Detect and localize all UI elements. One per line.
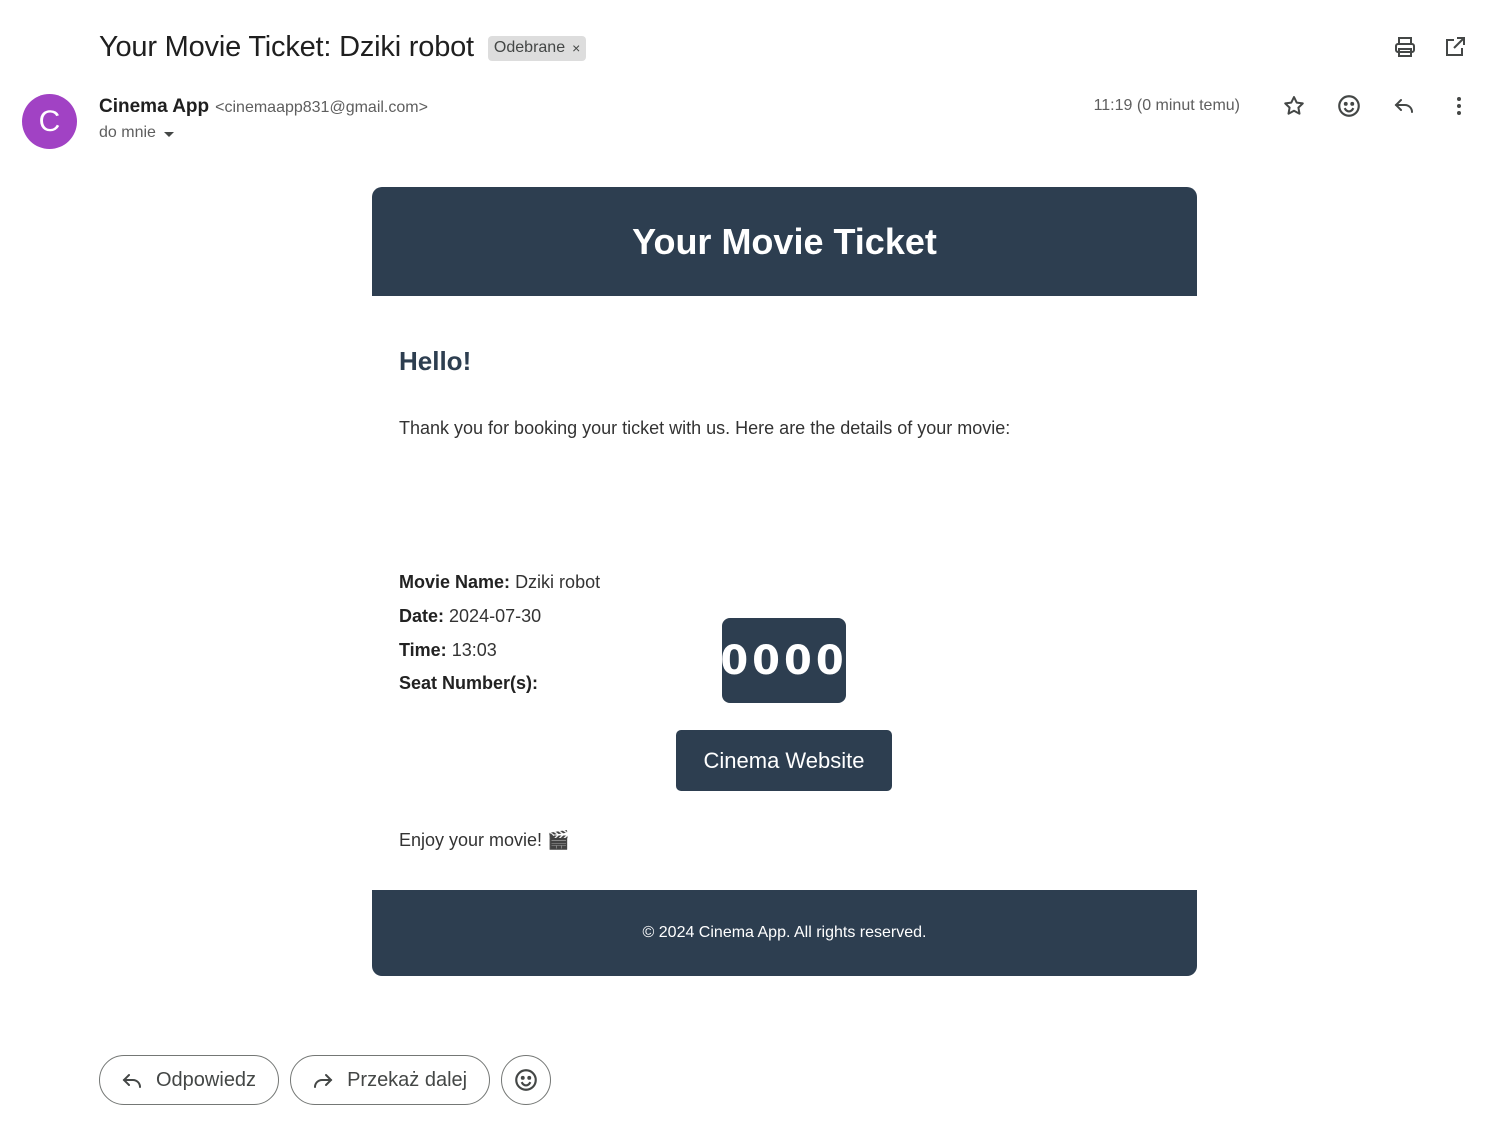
open-in-new-window-icon[interactable]: [1438, 30, 1472, 64]
more-vert-icon[interactable]: [1442, 89, 1476, 123]
emoji-icon: [515, 1069, 537, 1091]
seat-label: Seat Number(s):: [399, 673, 539, 693]
recipient-text: do mnie: [99, 124, 156, 141]
subject-row: Your Movie Ticket: Dziki robot Odebrane …: [99, 28, 587, 66]
ticket-header: Your Movie Ticket: [372, 187, 1197, 296]
emoji-reaction-button[interactable]: [501, 1055, 552, 1105]
copyright-text: © 2024 Cinema App. All rights reserved.: [642, 924, 927, 941]
star-icon[interactable]: [1277, 89, 1311, 123]
enjoy-text: Enjoy your movie! 🎬: [399, 830, 570, 850]
ticket-header-title: Your Movie Ticket: [632, 220, 937, 262]
sender-name[interactable]: Cinema App: [99, 96, 209, 118]
ticket-body: Hello! Thank you for booking your ticket…: [372, 296, 1197, 890]
label-text: Odebrane: [493, 38, 566, 56]
date-row: Date: 2024-07-30: [399, 606, 541, 627]
message-actions: Odpowiedz Przekaż dalej: [99, 1055, 552, 1105]
inbox-label-chip[interactable]: Odebrane ×: [487, 35, 587, 61]
reply-button[interactable]: Odpowiedz: [99, 1055, 280, 1105]
sender-row: Cinema App <cinemaapp831@gmail.com>: [99, 96, 428, 118]
timestamp: 11:19 (0 minut temu): [1093, 97, 1240, 114]
top-toolbar: [1388, 30, 1472, 64]
sender-avatar[interactable]: C: [22, 94, 77, 149]
ticket-footer: © 2024 Cinema App. All rights reserved.: [372, 890, 1197, 976]
sender-email: <cinemaapp831@gmail.com>: [215, 99, 428, 116]
forward-icon: [314, 1074, 333, 1088]
time-label: Time:: [399, 640, 447, 660]
time-row: Time: 13:03: [399, 640, 497, 661]
email-subject: Your Movie Ticket: Dziki robot: [99, 30, 474, 63]
message-meta: 11:19 (0 minut temu): [1094, 89, 1476, 123]
ticket-email-card: Your Movie Ticket Hello! Thank you for b…: [372, 187, 1197, 976]
reply-icon[interactable]: [1387, 89, 1421, 123]
movie-name-label: Movie Name:: [399, 572, 511, 592]
caret-down-icon[interactable]: [163, 131, 174, 137]
recipient-details-toggle[interactable]: do mnie: [99, 124, 174, 142]
time-value: 13:03: [451, 640, 497, 660]
seat-number-badge: 0000: [720, 618, 846, 703]
seat-row: Seat Number(s):: [399, 673, 538, 694]
emoji-reaction-icon[interactable]: [1332, 89, 1366, 123]
date-value: 2024-07-30: [449, 606, 542, 626]
print-icon[interactable]: [1388, 30, 1422, 64]
reply-icon: [122, 1074, 141, 1088]
remove-label-button[interactable]: ×: [572, 40, 580, 56]
date-label: Date:: [399, 606, 445, 626]
forward-button-label: Przekaż dalej: [347, 1068, 468, 1091]
forward-button[interactable]: Przekaż dalej: [290, 1055, 491, 1105]
movie-name-row: Movie Name: Dziki robot: [399, 572, 600, 593]
reply-button-label: Odpowiedz: [156, 1068, 257, 1091]
intro-text: Thank you for booking your ticket with u…: [399, 418, 1011, 438]
cinema-website-button[interactable]: Cinema Website: [676, 730, 892, 791]
greeting: Hello!: [399, 346, 472, 376]
movie-name-value: Dziki robot: [515, 572, 601, 592]
